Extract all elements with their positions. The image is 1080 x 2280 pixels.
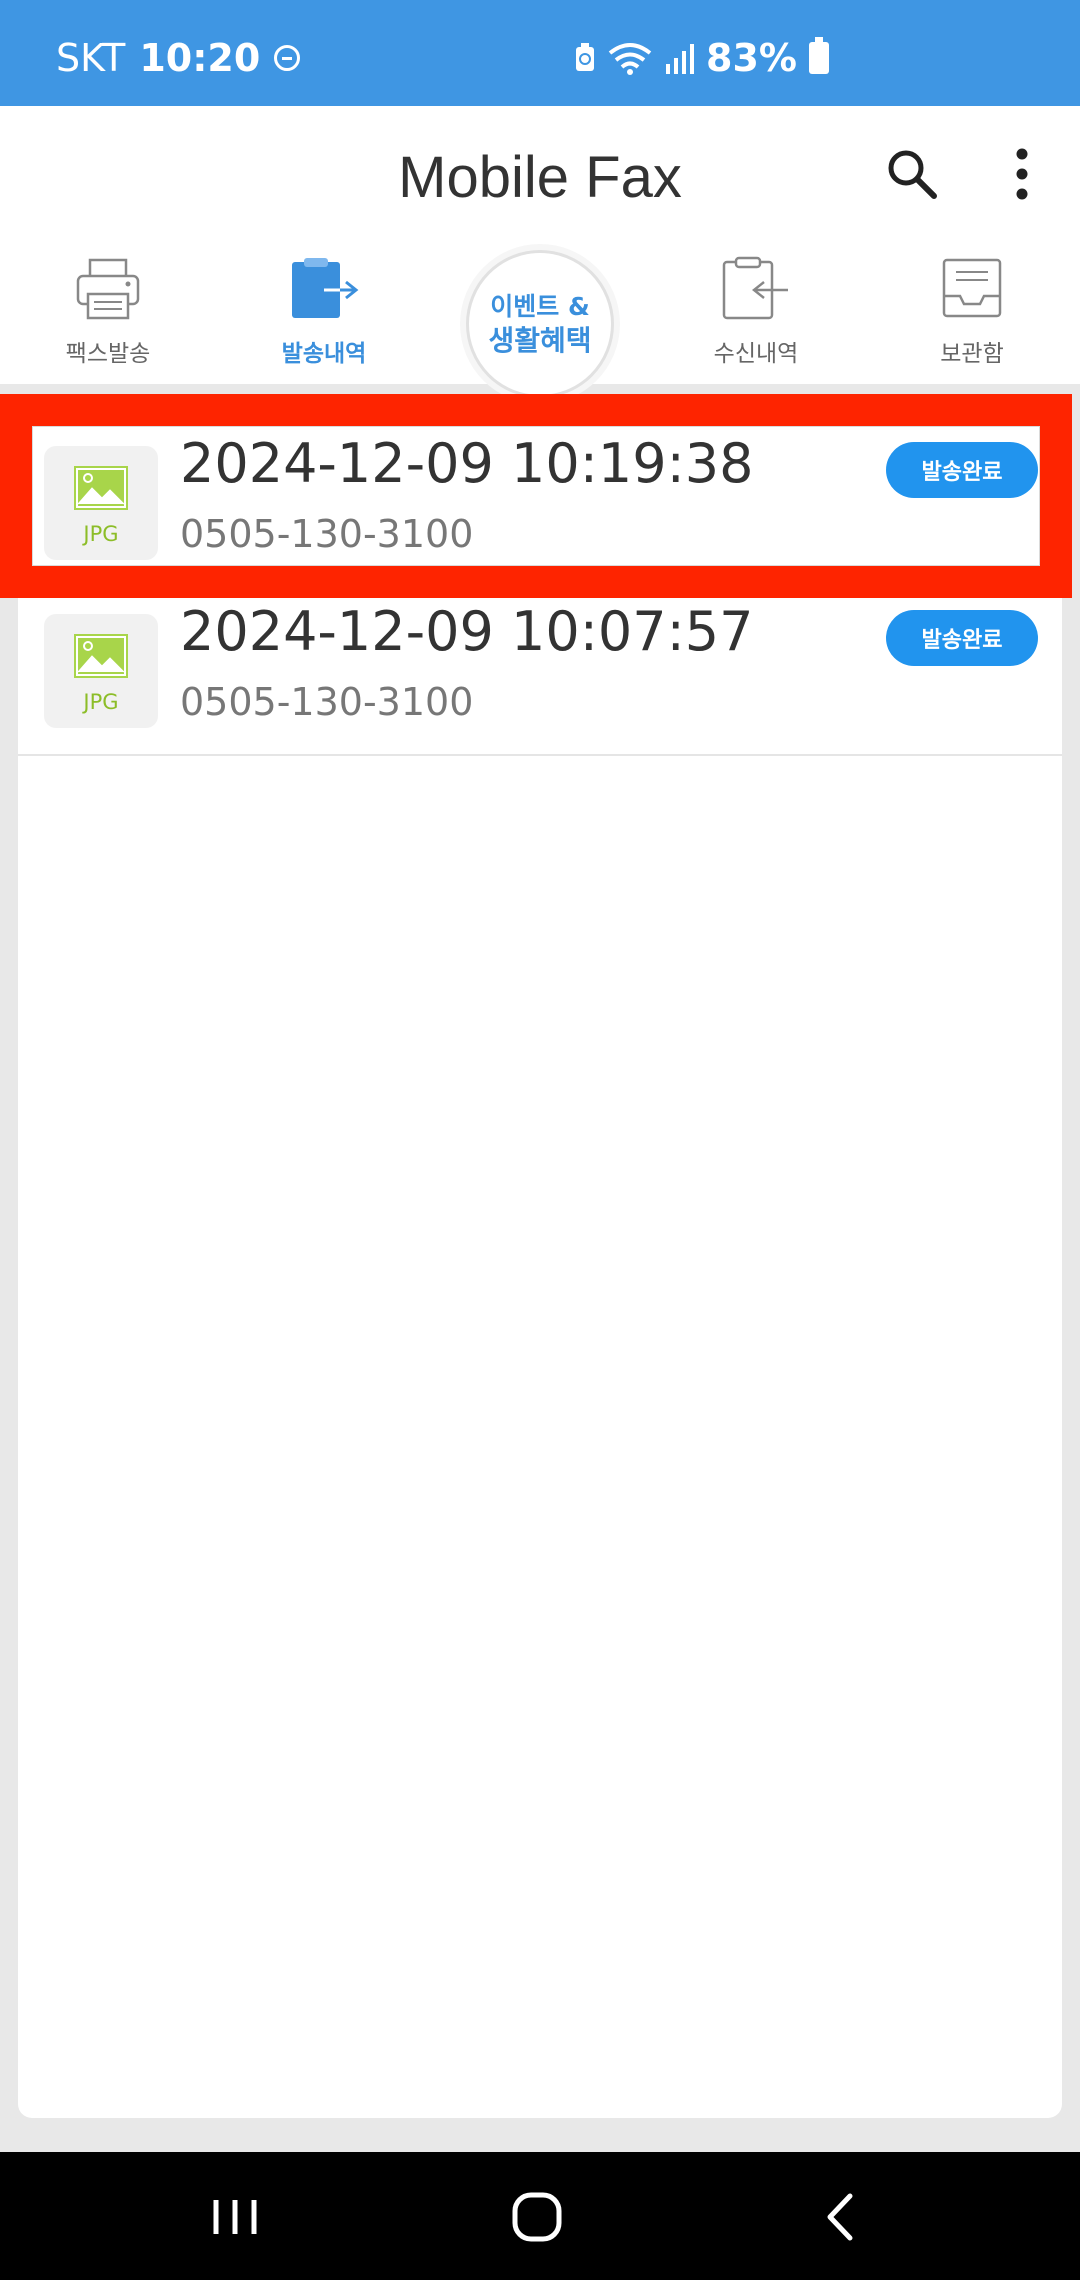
status-right: 83%: [574, 36, 829, 80]
signal-icon: [666, 44, 694, 74]
file-type-label: JPG: [83, 690, 119, 714]
tab-label: 수신내역: [713, 341, 799, 367]
wifi-icon: [608, 43, 652, 75]
tab-label: 팩스발송: [65, 341, 151, 367]
received-clipboard-icon: [722, 256, 788, 320]
battery-percent: 83%: [706, 36, 797, 80]
file-type-label: JPG: [83, 522, 119, 546]
status-bar: SKT 10:20 83%: [0, 0, 1080, 106]
fax-list: JPG 2024-12-09 10:19:38 0505-130-3100 발송…: [18, 400, 1062, 2118]
recent-apps-icon[interactable]: [200, 2182, 270, 2252]
more-vert-icon[interactable]: [1000, 146, 1044, 202]
status-badge: 발송완료: [886, 610, 1038, 666]
tab-bar: 팩스발송 발송내역 수신내역 보관함 이벤트 & 생활혜택: [0, 242, 1080, 398]
event-line2: 생활혜택: [488, 324, 592, 357]
tab-received-history[interactable]: 수신내역: [648, 242, 864, 384]
battery-icon: [808, 37, 829, 74]
divider: [18, 754, 1062, 756]
image-file-icon: [74, 466, 128, 510]
search-icon[interactable]: [884, 146, 940, 202]
tab-fax-send[interactable]: 팩스발송: [0, 242, 216, 384]
event-benefits-button[interactable]: 이벤트 & 생활혜택: [466, 250, 614, 398]
fax-number: 0505-130-3100: [180, 512, 474, 556]
battery-saver-icon: [576, 43, 594, 71]
fax-datetime: 2024-12-09 10:07:57: [180, 600, 754, 663]
file-thumbnail: JPG: [44, 614, 158, 728]
inbox-tray-icon: [942, 258, 1002, 318]
fax-number: 0505-130-3100: [180, 680, 474, 724]
tab-storage[interactable]: 보관함: [864, 242, 1080, 384]
back-icon[interactable]: [806, 2182, 876, 2252]
list-item[interactable]: JPG 2024-12-09 10:07:57 0505-130-3100 발송…: [18, 588, 1062, 756]
list-item[interactable]: JPG 2024-12-09 10:19:38 0505-130-3100 발송…: [18, 420, 1062, 588]
tab-sent-history[interactable]: 발송내역: [216, 242, 432, 384]
system-nav-bar: [0, 2152, 1080, 2280]
home-icon[interactable]: [502, 2182, 572, 2252]
image-file-icon: [74, 634, 128, 678]
dnd-icon: [274, 45, 301, 71]
clock: 10:20: [139, 36, 261, 80]
tab-label: 보관함: [940, 341, 1004, 367]
status-left: SKT 10:20: [56, 36, 301, 80]
tab-label: 발송내역: [281, 341, 367, 367]
file-thumbnail: JPG: [44, 446, 158, 560]
carrier-label: SKT: [56, 36, 126, 80]
fax-datetime: 2024-12-09 10:19:38: [180, 432, 754, 495]
status-badge: 발송완료: [886, 442, 1038, 498]
sent-clipboard-icon: [292, 258, 359, 318]
printer-icon: [76, 258, 140, 320]
app-bar: Mobile Fax: [0, 106, 1080, 242]
event-line1: 이벤트 &: [490, 292, 590, 321]
